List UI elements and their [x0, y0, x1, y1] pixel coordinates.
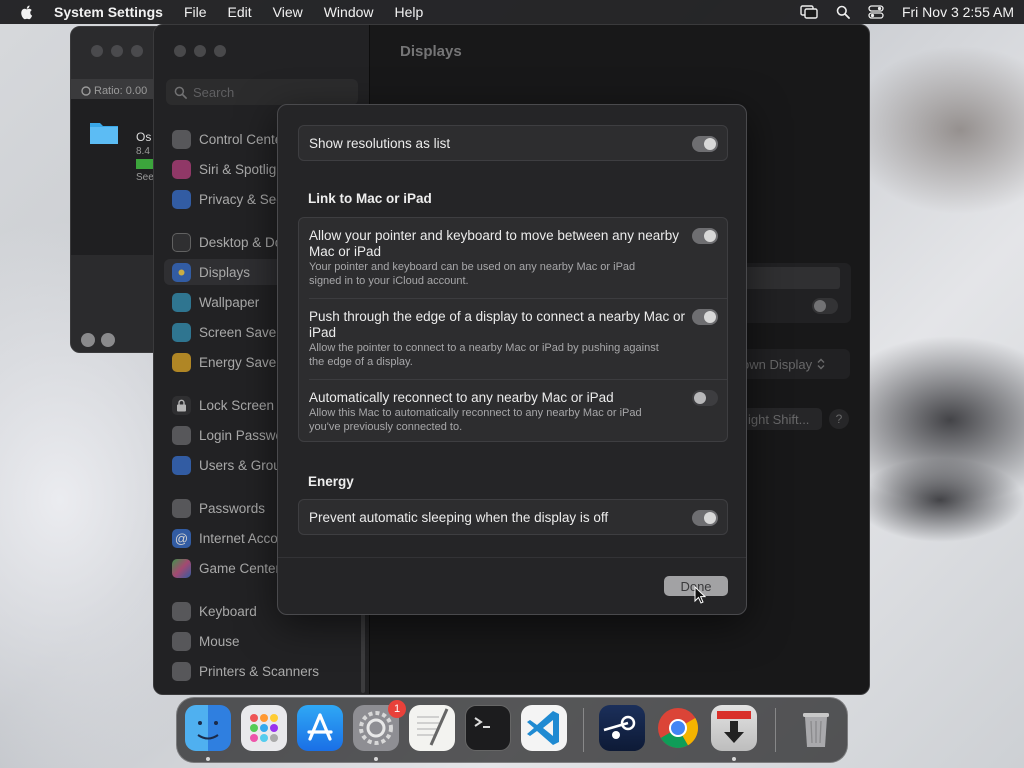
advanced-displays-sheet: Show resolutions as list Link to Mac or …: [277, 104, 747, 615]
file-see-link[interactable]: See: [136, 172, 154, 183]
apple-menu-icon[interactable]: [18, 3, 36, 21]
launchpad-icon[interactable]: [241, 705, 287, 751]
show-resolutions-label: Show resolutions as list: [309, 136, 451, 151]
file-size: 8.4: [136, 146, 150, 157]
downloader-running-indicator: [732, 757, 736, 761]
link-section-heading: Link to Mac or iPad: [308, 191, 432, 206]
zoom-button[interactable]: [131, 45, 143, 57]
textedit-icon[interactable]: [409, 705, 455, 751]
finder-running-indicator: [206, 757, 210, 761]
dock-separator: [775, 708, 776, 752]
control-center-icon[interactable]: [868, 5, 884, 19]
system-settings-icon[interactable]: 1: [353, 700, 406, 751]
settings-running-indicator: [374, 757, 378, 761]
auto-reconnect-desc: Allow this Mac to automatically reconnec…: [309, 407, 642, 433]
pointer-keyboard-label: Allow your pointer and keyboard to move …: [309, 228, 679, 259]
row-divider: [309, 379, 727, 380]
menu-bar: System Settings File Edit View Window He…: [0, 0, 1024, 24]
sheet-footer-divider: [278, 557, 746, 558]
menu-app-name[interactable]: System Settings: [54, 4, 163, 20]
menu-extras: Fri Nov 3 2:55 AM: [800, 4, 1014, 20]
more-icon[interactable]: [81, 333, 95, 347]
prevent-sleep-toggle[interactable]: [692, 510, 718, 526]
show-resolutions-toggle[interactable]: [692, 136, 718, 152]
menu-window[interactable]: Window: [324, 4, 374, 20]
menu-view[interactable]: View: [273, 4, 303, 20]
dock-separator: [583, 708, 584, 752]
menu-clock[interactable]: Fri Nov 3 2:55 AM: [902, 4, 1014, 20]
push-edge-desc: Allow the pointer to connect to a nearby…: [309, 342, 659, 368]
mouse-cursor-icon: [694, 586, 706, 604]
file-name: Os: [136, 130, 152, 144]
show-resolutions-row[interactable]: Show resolutions as list: [298, 125, 728, 161]
downloader-icon[interactable]: [711, 705, 757, 751]
close-button[interactable]: [91, 45, 103, 57]
vscode-icon[interactable]: [521, 705, 567, 751]
finder-icon[interactable]: [185, 705, 231, 751]
steam-icon[interactable]: [599, 705, 645, 751]
minimize-button[interactable]: [111, 45, 123, 57]
screen-mirroring-icon[interactable]: [800, 5, 818, 19]
push-edge-toggle[interactable]: [692, 309, 718, 325]
pointer-keyboard-toggle[interactable]: [692, 228, 718, 244]
group-icon[interactable]: [101, 333, 115, 347]
menu-file[interactable]: File: [184, 4, 207, 20]
chrome-icon[interactable]: [655, 705, 701, 751]
push-edge-label: Push through the edge of a display to co…: [309, 309, 685, 340]
finder-window-controls: [91, 45, 143, 57]
dock: 1: [176, 697, 848, 763]
trash-icon[interactable]: [793, 705, 839, 751]
pointer-keyboard-desc: Your pointer and keyboard can be used on…: [309, 261, 636, 287]
prevent-sleep-row[interactable]: Prevent automatic sleeping when the disp…: [298, 499, 728, 535]
terminal-icon[interactable]: [465, 705, 511, 751]
menu-help[interactable]: Help: [395, 4, 424, 20]
app-store-icon[interactable]: [297, 705, 343, 751]
folder-icon: [90, 123, 118, 144]
prevent-sleep-label: Prevent automatic sleeping when the disp…: [309, 510, 609, 525]
auto-reconnect-label: Automatically reconnect to any nearby Ma…: [309, 390, 614, 405]
energy-section-heading: Energy: [308, 474, 354, 489]
ratio-icon: [81, 85, 91, 96]
spotlight-search-icon[interactable]: [836, 5, 850, 19]
auto-reconnect-toggle[interactable]: [692, 390, 718, 406]
finder-bottom-toolbar: [81, 333, 115, 347]
link-settings-group: Allow your pointer and keyboard to move …: [298, 217, 728, 442]
row-divider: [309, 298, 727, 299]
notification-badge: 1: [388, 700, 406, 718]
ratio-text: Ratio: 0.00: [94, 84, 148, 97]
menu-edit[interactable]: Edit: [228, 4, 252, 20]
